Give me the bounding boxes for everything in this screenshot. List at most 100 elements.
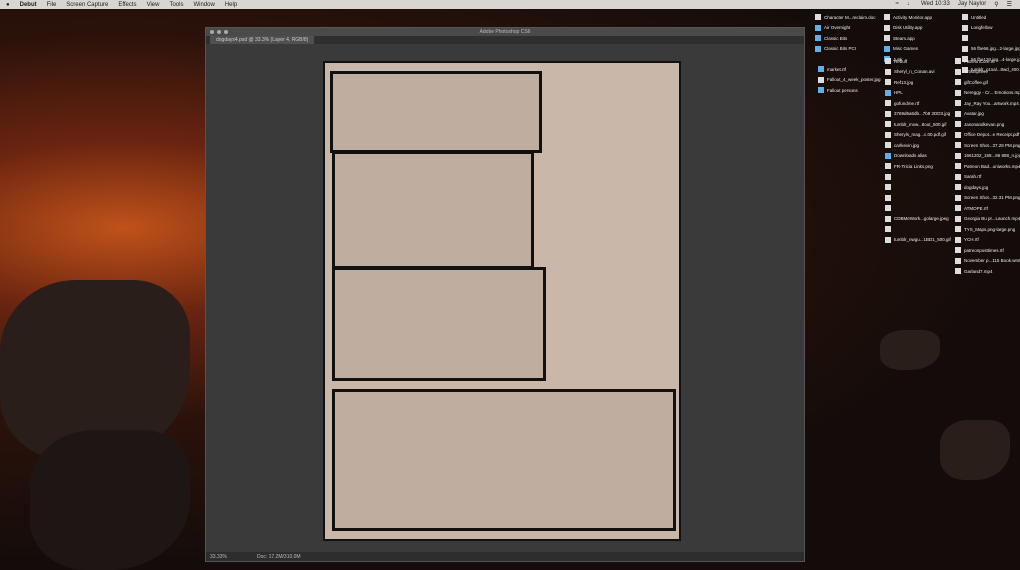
desktop-icon[interactable]: TYS_Maps.png-large.png [955,224,1020,235]
menu-tools[interactable]: Tools [169,2,183,8]
desktop-icon[interactable] [885,172,951,183]
search-icon[interactable]: ⚲ [994,1,998,8]
desktop-icon[interactable]: CDBMeWork...golarge.jpeg [885,214,951,225]
desktop-icon[interactable]: Steam.app [884,33,932,44]
folder-icon [815,35,821,42]
desktop-icon[interactable]: Activity Monitor.app [884,12,932,23]
desktop-icon[interactable]: Character M...reclaim.doc [815,12,876,23]
desktop-icon[interactable]: November p...115 Book.wmf [955,256,1020,267]
doc-info[interactable]: Doc: 17.2M/310.0M [257,554,301,560]
desktop-icon-label: PatreonCore.rtf [964,58,995,64]
desktop-icon[interactable]: Misc Games [884,44,932,55]
desktop-icon[interactable]: Georgia Bu pr...Launch.mp4 [955,214,1020,225]
file-icon [955,100,961,107]
desktop-icon[interactable]: Screen Shot...37.28 PM.png [955,140,1020,151]
desktop-icon[interactable]: carlkevin.jpg [885,140,951,151]
desktop-icon[interactable]: PatreonCore.rtf [955,56,1020,67]
canvas-area[interactable] [206,44,804,552]
desktop-icon[interactable]: Fallout_4_week_poster.jpg [818,75,881,86]
desktop-icon[interactable]: Untitled [962,12,1020,23]
title-bar[interactable]: Adobe Photoshop CS6 [206,28,804,36]
file-icon [962,45,968,52]
desktop-icon[interactable]: Fallout persons [818,85,881,96]
desktop-icon[interactable]: 1661202_158...86 888_n.jpg [955,151,1020,162]
zoom-button[interactable] [224,30,228,34]
desktop-icon[interactable] [885,193,951,204]
document-tab[interactable]: dogdays4.psd @ 33.3% (Layer 4, RGB/8) [210,36,315,44]
desktop-icon[interactable]: market.rtf [818,64,881,75]
file-icon [962,24,968,31]
file-icon [885,68,891,75]
desktop-icon[interactable]: Classic Bits PCI [815,44,876,55]
desktop-icon[interactable]: Rebuff [885,56,951,67]
comic-page[interactable] [323,61,681,541]
menu-help[interactable]: Help [225,2,237,8]
desktop-icon[interactable]: Artistsphere [955,67,1020,78]
desktop-icon[interactable] [962,33,1020,44]
desktop-icon[interactable]: Office Depot...e Receipt.pdf [955,130,1020,141]
zoom-level[interactable]: 33.33% [210,554,227,560]
desktop-icon[interactable] [885,182,951,193]
menu-window[interactable]: Window [193,2,214,8]
desktop-icon[interactable]: Sheryl_n_Conan.avi [885,67,951,78]
file-icon [955,226,961,233]
desktop-icon[interactable]: patreonposttimes.rtf [955,245,1020,256]
clock[interactable]: Wed 10:33 [921,1,950,8]
desktop-icon[interactable]: Jay_Ray You...artwork.mp4 [955,98,1020,109]
desktop-icon[interactable]: gofundme.rtf [885,98,951,109]
folder-icon [818,87,824,94]
desktop-icon[interactable]: tumblr_nwgu...1BD1_500.gif [885,235,951,246]
desktop-icon[interactable]: Sarah.rtf [955,172,1020,183]
file-icon [885,131,891,138]
desktop-icon[interactable]: Garland7.mp4 [955,266,1020,277]
user-name[interactable]: Jay Naylor [958,1,986,8]
desktop-icon[interactable]: Ref13.jpg [885,77,951,88]
desktop-icon[interactable]: Jasonandkevan.png [955,119,1020,130]
close-button[interactable] [210,30,214,34]
menu-file[interactable]: File [47,2,57,8]
menu-app[interactable]: Debut [20,2,37,8]
desktop-icon[interactable]: YCH.rtf [955,235,1020,246]
desktop-icon-label: Screen Shot...32.31 PM.png [964,195,1020,201]
desktop-icon-label: Misc Games [893,46,919,52]
desktop-icon[interactable] [885,203,951,214]
desktop-icon-label: Classic Bits [824,35,848,41]
volume-icon[interactable]: ♩ [907,1,913,8]
comic-panel-4 [332,389,676,531]
desktop-icon[interactable]: 3769d6a6db...7b8 2DD3.jpg [885,109,951,120]
desktop-icon[interactable]: Air Overnight [815,23,876,34]
desktop-icon[interactable]: FR-Tricia Links.png [885,161,951,172]
desktop-icon[interactable]: Nereggy - Cr... Emotions.mp4 [955,88,1020,99]
desktop-icon[interactable]: gifCoffee.gif [955,77,1020,88]
desktop-icon[interactable]: Screen Shot...32.31 PM.png [955,193,1020,204]
desktop-icon[interactable]: Classic Bits [815,33,876,44]
desktop-icon[interactable]: Avatar.jpg [955,109,1020,120]
desktop-icon[interactable]: Longfellow [962,23,1020,34]
desktop-icon[interactable]: Patreon Bad...uniworks.mp4 [955,161,1020,172]
desktop-icon[interactable]: Disk Utility.app [884,23,932,34]
desktop-icon[interactable]: tumblr_mxw...8out_500.gif [885,119,951,130]
minimize-button[interactable] [217,30,221,34]
desktop-icon[interactable]: Downloads alias [885,151,951,162]
menu-view[interactable]: View [147,2,160,8]
desktop-icon-label: November p...115 Book.wmf [964,258,1020,264]
menu-effects[interactable]: Effects [118,2,136,8]
desktop-icon-label: HPL [894,90,903,96]
desktop-icon-label: ATMOPE.rtf [964,205,988,211]
desktop-icon[interactable]: 56 fbe66.jpg...2-large.jpg [962,44,1020,55]
desktop-icon[interactable]: Sheryls_mag...c.00.pdf.gif [885,130,951,141]
file-icon [884,24,890,31]
notification-icon[interactable]: ☰ [1007,1,1012,8]
photoshop-window: Adobe Photoshop CS6 dogdays4.psd @ 33.3%… [205,27,805,562]
menu-screen-capture[interactable]: Screen Capture [66,2,108,8]
wifi-icon[interactable]: ≈ [896,1,899,8]
desktop-icon-label: Disk Utility.app [893,25,923,31]
desktop-icon[interactable] [885,224,951,235]
desktop-icon[interactable]: dogdays.jpg [955,182,1020,193]
desktop-icon[interactable]: ATMOPE.rtf [955,203,1020,214]
desktop-icon[interactable]: HPL [885,88,951,99]
file-icon [884,35,890,42]
desktop-col4: market.rtf Fallout_4_week_poster.jpg Fallo… [818,64,881,96]
asteroid [940,420,1010,480]
apple-icon[interactable]: ● [6,2,10,8]
